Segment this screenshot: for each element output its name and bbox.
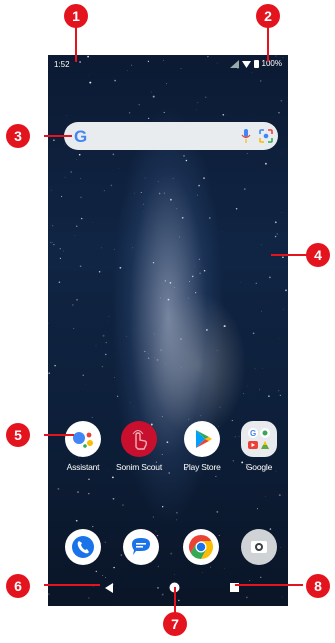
callout-4: 4 <box>306 243 330 267</box>
wifi-icon <box>241 60 251 68</box>
signal-icon <box>229 59 239 68</box>
callout-6: 6 <box>6 574 30 598</box>
phone-screen: 1:52 100% G Assistant Sonim Scout Play S… <box>48 55 288 606</box>
play-store-icon <box>184 421 220 457</box>
back-icon[interactable] <box>105 583 114 593</box>
app-label: Assistant <box>66 462 100 472</box>
callout-3: 3 <box>6 124 30 148</box>
google-folder-icon: G <box>241 421 277 457</box>
app-assistant[interactable]: Assistant <box>55 421 111 472</box>
callout-5: 5 <box>6 423 30 447</box>
app-label: Play Store <box>183 462 221 472</box>
assistant-icon <box>65 421 101 457</box>
app-google-folder[interactable]: G Google <box>231 421 287 472</box>
chrome-icon[interactable] <box>183 529 219 565</box>
callout-leader <box>44 434 74 436</box>
callout-leader <box>235 584 303 586</box>
app-play-store[interactable]: Play Store <box>174 421 230 472</box>
status-icons: 100% <box>229 59 282 68</box>
google-logo-icon: G <box>74 127 88 146</box>
callout-1: 1 <box>64 4 88 28</box>
lens-icon[interactable] <box>259 129 273 143</box>
messages-icon[interactable] <box>123 529 159 565</box>
svg-text:G: G <box>250 429 256 438</box>
battery-icon <box>253 59 259 68</box>
google-search-bar[interactable]: G <box>64 122 278 150</box>
app-sonim-scout[interactable]: Sonim Scout <box>111 421 167 472</box>
app-label: Google <box>245 462 273 472</box>
callout-leader <box>174 587 176 613</box>
phone-icon[interactable] <box>65 529 101 565</box>
app-row: Assistant Sonim Scout Play Store G Googl… <box>48 421 288 481</box>
mic-icon[interactable] <box>241 129 251 143</box>
callout-7: 7 <box>163 612 187 636</box>
dock <box>48 529 288 569</box>
navigation-bar <box>48 575 288 603</box>
camera-icon[interactable] <box>241 529 277 565</box>
sonim-scout-icon <box>121 421 157 457</box>
status-bar: 1:52 100% <box>48 55 288 73</box>
callout-leader <box>271 254 307 256</box>
battery-percent: 100% <box>261 59 282 68</box>
callout-leader <box>44 135 72 137</box>
callout-leader <box>75 24 77 62</box>
callout-leader <box>44 584 100 586</box>
status-time: 1:52 <box>54 60 70 69</box>
callout-2: 2 <box>256 4 280 28</box>
callout-8: 8 <box>306 574 330 598</box>
callout-leader <box>267 24 269 62</box>
app-label: Sonim Scout <box>116 462 162 472</box>
